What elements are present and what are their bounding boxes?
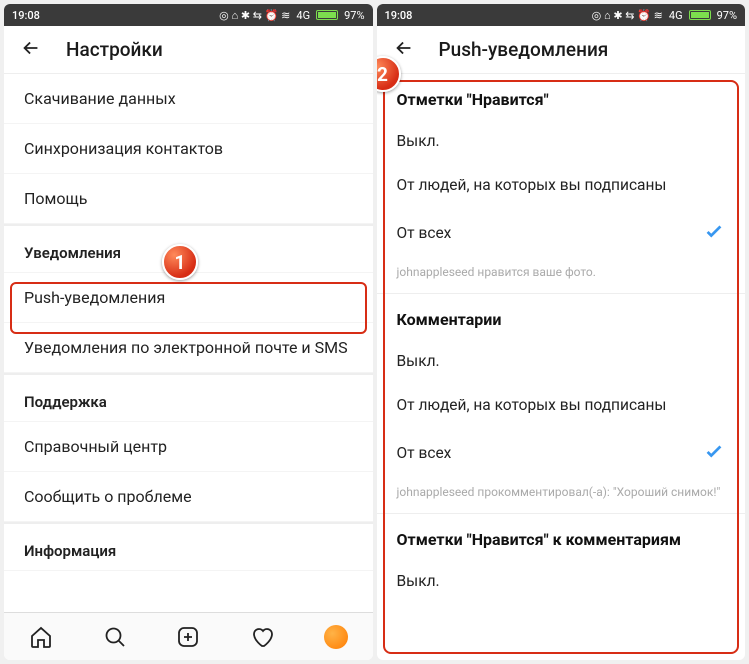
section-info: Информация (4, 522, 373, 571)
row-report-problem[interactable]: Сообщить о проблеме (4, 472, 373, 522)
avatar-icon (324, 625, 348, 649)
page-title-r: Push-уведомления (439, 38, 609, 61)
group-comment-likes-title: Отметки "Нравится" к комментариям (377, 514, 746, 559)
battery-icon-r (689, 10, 711, 20)
check-icon-2 (703, 440, 725, 466)
nav-add-icon[interactable] (175, 624, 201, 650)
back-icon-r[interactable] (393, 37, 415, 63)
battery-percent-r: 97% (717, 9, 737, 22)
right-screen: 19:08 ◎ ⌂ ✱ ⇆ ⏰ ≋ 4G 97% Push-уведомлени… (377, 4, 746, 660)
left-header: Настройки (4, 26, 373, 74)
comments-from-all[interactable]: От всех (377, 427, 746, 479)
comments-off[interactable]: Выкл. (377, 339, 746, 383)
likes-all-label: От всех (397, 224, 452, 242)
row-sync-contacts[interactable]: Синхронизация контактов (4, 124, 373, 174)
likes-following-label: От людей, на которых вы подписаны (397, 176, 667, 194)
row-email-sms[interactable]: Уведомления по электронной почте и SMS (4, 323, 373, 373)
status-network: 4G (296, 9, 310, 22)
row-push-label: Push-уведомления (24, 288, 165, 307)
likes-from-all[interactable]: От всех (377, 207, 746, 259)
status-network-r: 4G (669, 9, 683, 22)
likes-off[interactable]: Выкл. (377, 119, 746, 163)
status-time-r: 19:08 (385, 9, 413, 22)
bottom-nav (4, 612, 373, 660)
section-support: Поддержка (4, 373, 373, 422)
marker-1: 1 (162, 244, 198, 280)
right-header: Push-уведомления (377, 26, 746, 74)
nav-profile-icon[interactable] (323, 624, 349, 650)
back-icon[interactable] (20, 37, 42, 63)
page-title: Настройки (66, 38, 163, 61)
comments-off-label: Выкл. (397, 352, 440, 370)
row-help[interactable]: Помощь (4, 174, 373, 224)
settings-list: Скачивание данных Синхронизация контакто… (4, 74, 373, 612)
group-likes-title: Отметки "Нравится" (377, 74, 746, 119)
battery-icon (316, 10, 338, 20)
status-icons: ◎ ⌂ ✱ ⇆ ⏰ ≋ (219, 9, 290, 22)
comments-hint: johnappleseed прокомментировал(-a): "Хор… (377, 479, 746, 514)
likes-off-label: Выкл. (397, 132, 440, 150)
left-screen: 19:08 ◎ ⌂ ✱ ⇆ ⏰ ≋ 4G 97% Настройки Скачи… (4, 4, 373, 660)
comments-all-label: От всех (397, 444, 452, 462)
nav-search-icon[interactable] (102, 624, 128, 650)
nav-heart-icon[interactable] (249, 624, 275, 650)
check-icon (703, 220, 725, 246)
push-settings-list: Отметки "Нравится" Выкл. От людей, на ко… (377, 74, 746, 660)
status-time: 19:08 (12, 9, 40, 22)
row-help-center[interactable]: Справочный центр (4, 422, 373, 472)
status-indicators: ◎ ⌂ ✱ ⇆ ⏰ ≋ 4G 97% (219, 9, 364, 22)
row-download-data[interactable]: Скачивание данных (4, 74, 373, 124)
comments-following-label: От людей, на которых вы подписаны (397, 396, 667, 414)
group-comments-title: Комментарии (377, 294, 746, 339)
battery-percent: 97% (344, 9, 364, 22)
status-icons-r: ◎ ⌂ ✱ ⇆ ⏰ ≋ (592, 9, 663, 22)
likes-hint: johnappleseed нравится ваше фото. (377, 259, 746, 294)
status-indicators-r: ◎ ⌂ ✱ ⇆ ⏰ ≋ 4G 97% (592, 9, 737, 22)
comment-likes-off[interactable]: Выкл. (377, 559, 746, 603)
nav-home-icon[interactable] (28, 624, 54, 650)
comments-from-following[interactable]: От людей, на которых вы подписаны (377, 383, 746, 427)
comment-likes-off-label: Выкл. (397, 572, 440, 590)
status-bar: 19:08 ◎ ⌂ ✱ ⇆ ⏰ ≋ 4G 97% (4, 4, 373, 26)
row-push-notifications[interactable]: Push-уведомления (4, 273, 373, 323)
likes-from-following[interactable]: От людей, на которых вы подписаны (377, 163, 746, 207)
status-bar-r: 19:08 ◎ ⌂ ✱ ⇆ ⏰ ≋ 4G 97% (377, 4, 746, 26)
